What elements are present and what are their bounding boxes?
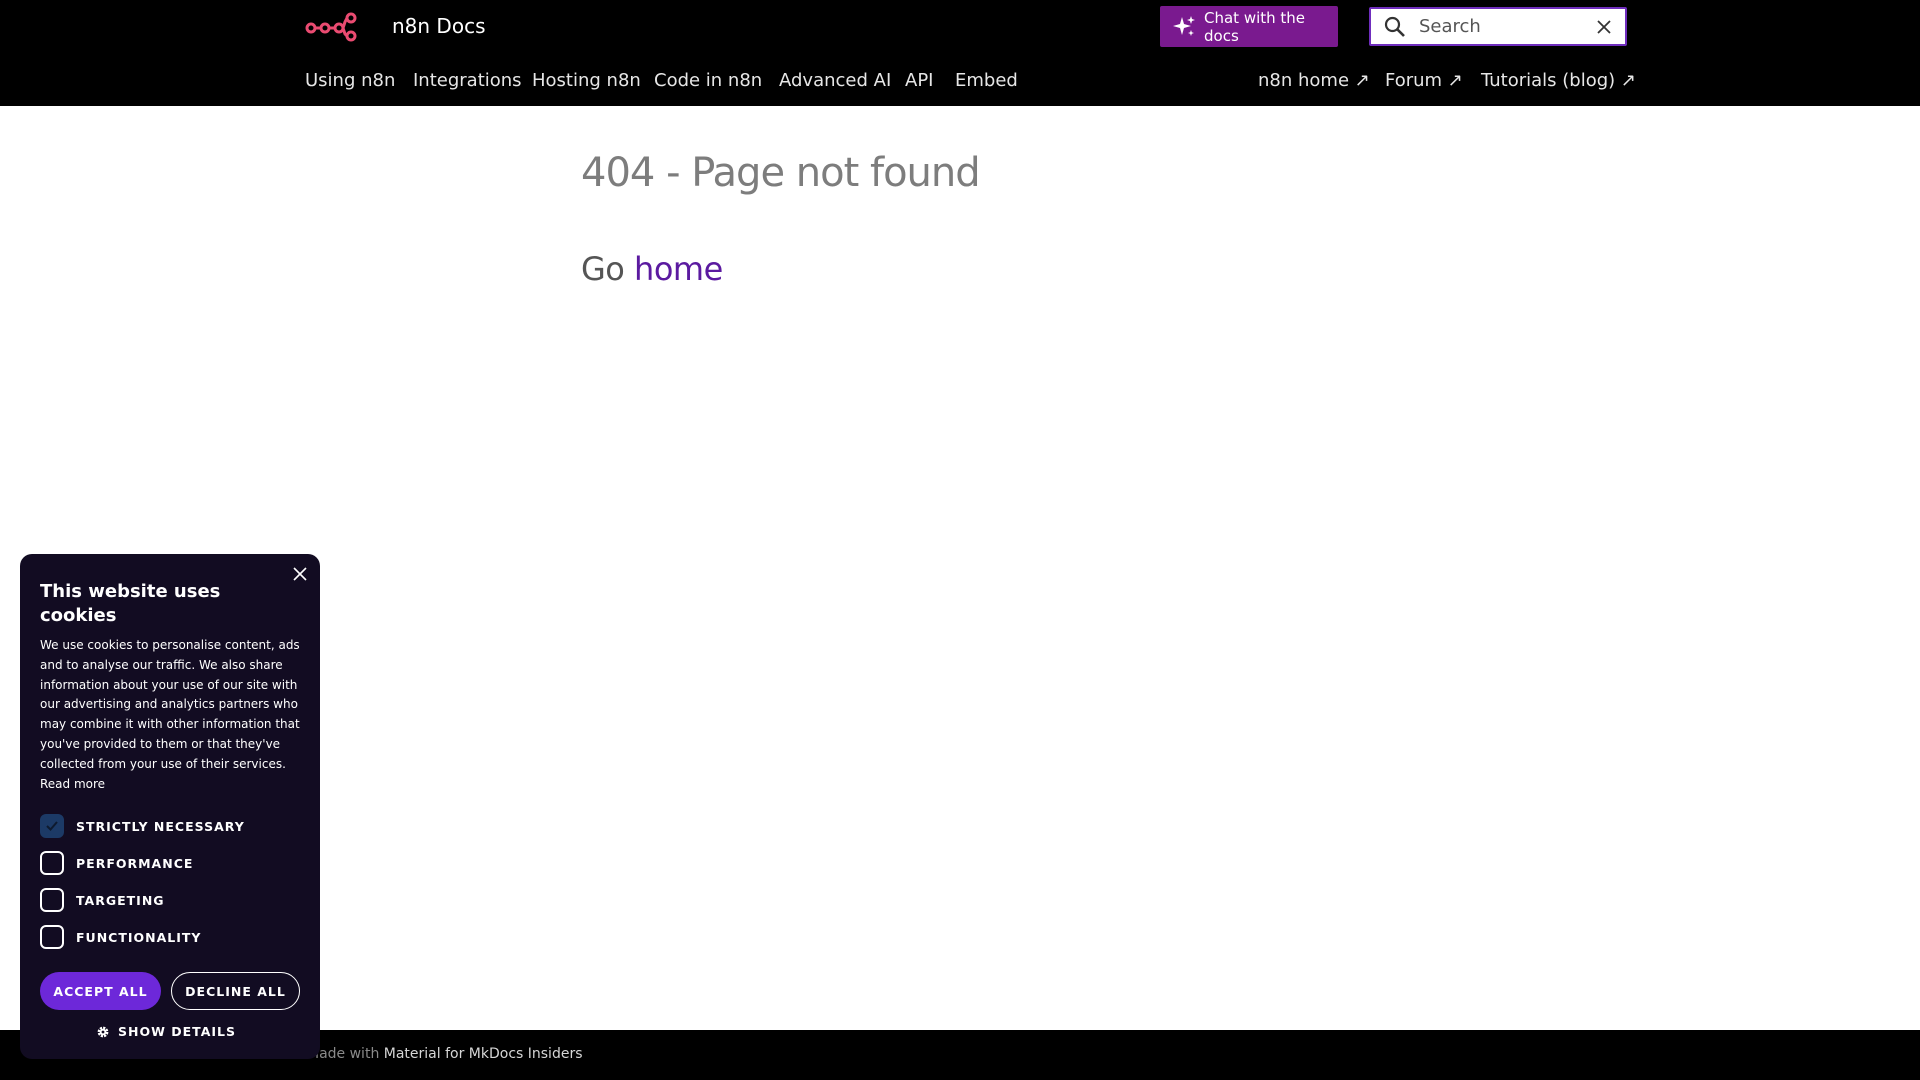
chat-with-docs-button[interactable]: Chat with the docs [1160, 6, 1338, 47]
nav-tab-advanced-ai[interactable]: Advanced AI [779, 68, 891, 94]
cookie-option-strictly-necessary[interactable]: STRICTLY NECESSARY [40, 814, 245, 838]
site-title[interactable]: n8n Docs [392, 14, 486, 38]
go-prefix: Go [581, 250, 625, 288]
cookie-description-text: We use cookies to personalise content, a… [40, 638, 300, 771]
nav-tab-integrations[interactable]: Integrations [413, 68, 522, 94]
site-header: n8n Docs Chat with the docs Using n8n In… [0, 0, 1920, 106]
option-label: STRICTLY NECESSARY [76, 818, 245, 834]
close-icon[interactable] [292, 566, 308, 582]
search-box[interactable] [1369, 7, 1627, 46]
nav-tab-api[interactable]: API [905, 68, 933, 94]
accept-all-button[interactable]: ACCEPT ALL [40, 972, 161, 1010]
nav-link-n8n-home[interactable]: n8n home ↗ [1258, 68, 1370, 94]
cookie-option-functionality[interactable]: FUNCTIONALITY [40, 925, 201, 949]
nav-tab-using-n8n[interactable]: Using n8n [305, 68, 395, 94]
nav-link-forum[interactable]: Forum ↗ [1385, 68, 1463, 94]
cookie-option-targeting[interactable]: TARGETING [40, 888, 165, 912]
show-details-button[interactable]: SHOW DETAILS [96, 1024, 236, 1039]
footer-credit: Made with Material for MkDocs Insiders [307, 1046, 583, 1062]
checkbox-performance[interactable] [40, 851, 64, 875]
nav-tab-code-in-n8n[interactable]: Code in n8n [654, 68, 762, 94]
n8n-logo-icon[interactable] [305, 10, 359, 42]
option-label: TARGETING [76, 892, 165, 908]
go-home-line: Go home [581, 250, 723, 288]
home-link[interactable]: home [634, 250, 723, 288]
footer-material-link[interactable]: Material for MkDocs Insiders [384, 1046, 583, 1062]
nav-link-tutorials-blog[interactable]: Tutorials (blog) ↗ [1481, 68, 1636, 94]
chat-button-label: Chat with the docs [1204, 8, 1306, 45]
cookie-option-performance[interactable]: PERFORMANCE [40, 851, 193, 875]
cookie-consent-banner: This website uses cookies We use cookies… [20, 554, 320, 1059]
sparkle-icon [1173, 15, 1195, 36]
cookie-description: We use cookies to personalise content, a… [40, 636, 310, 794]
gear-icon [97, 1026, 109, 1037]
option-label: PERFORMANCE [76, 855, 194, 871]
cookie-title: This website uses cookies [40, 581, 221, 626]
decline-all-button[interactable]: DECLINE ALL [171, 972, 300, 1010]
nav-tab-embed[interactable]: Embed [955, 68, 1018, 94]
read-more-link[interactable]: Read more [40, 777, 105, 791]
checkmark-icon [46, 821, 58, 831]
page-title: 404 - Page not found [581, 150, 981, 196]
checkbox-strictly-necessary[interactable] [40, 814, 64, 838]
search-icon [1384, 16, 1405, 37]
nav-tab-hosting-n8n[interactable]: Hosting n8n [532, 68, 641, 94]
checkbox-targeting[interactable] [40, 888, 64, 912]
search-input[interactable] [1419, 16, 1589, 37]
option-label: FUNCTIONALITY [76, 929, 202, 945]
show-details-label: SHOW DETAILS [118, 1024, 236, 1039]
clear-search-icon[interactable] [1595, 18, 1613, 36]
checkbox-functionality[interactable] [40, 925, 64, 949]
main-nav: Using n8n Integrations Hosting n8n Code … [0, 68, 1920, 96]
